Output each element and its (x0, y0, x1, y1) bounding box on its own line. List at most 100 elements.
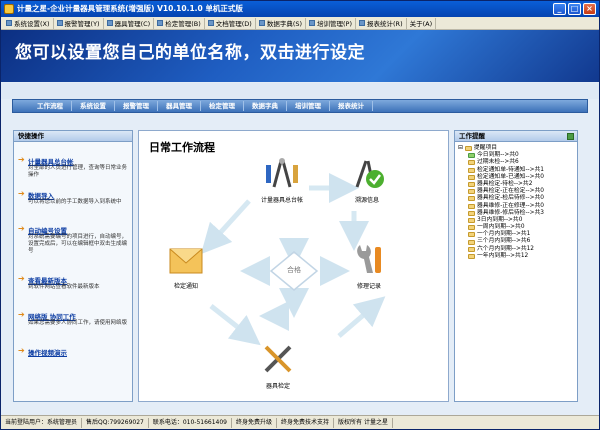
company-name-banner[interactable]: 您可以设置您自己的单位名称，双击进行设定 (15, 38, 365, 63)
nav-verify[interactable]: 检定管理 (201, 101, 244, 111)
menu-training[interactable]: 培训管理(P) (306, 17, 357, 29)
menu-alarm[interactable]: 报警管理(Y) (54, 17, 104, 29)
flow-arrow (209, 304, 261, 346)
flow-arrow (200, 199, 251, 255)
quick-actions-panel: 快捷操作 ➔ 计量器具总台帐 对全部的人员进行管理，查询等日常业务操作 ➔ 数据… (13, 130, 133, 402)
banner[interactable]: 您可以设置您自己的单位名称，双击进行设定 (1, 30, 599, 82)
settings-icon (6, 20, 12, 26)
menu-verify[interactable]: 检定管理(B) (154, 17, 205, 29)
status-phone: 联系电话：010-51661409 (149, 417, 233, 428)
tree-item[interactable]: 一年内到期-->共12 (468, 253, 544, 260)
node-verify[interactable]: 器具检定 (253, 341, 303, 390)
status-upgrade: 终身免费升级 (232, 417, 278, 428)
node-qualified[interactable]: 合格 (281, 265, 307, 275)
compass-check-icon (355, 160, 384, 188)
folder-icon (468, 189, 475, 195)
folder-icon (468, 203, 475, 209)
reminders-title: 工作提醒 (455, 131, 577, 142)
nav-instrument[interactable]: 器具管理 (158, 101, 201, 111)
nav-training[interactable]: 培训管理 (287, 101, 330, 111)
folder-icon (468, 196, 475, 202)
close-button[interactable]: × (583, 3, 596, 15)
quick-actions-title: 快捷操作 (14, 131, 132, 142)
quick-item-desc: 对全部的人员进行管理，查询等日常业务操作 (28, 165, 128, 178)
node-ledger[interactable]: 计量器具总台帐 (252, 155, 312, 204)
folder-icon (468, 217, 475, 223)
title-bar: 计量之星-企业计量器具管理系统(增强版) V10.10.1.0 单机正式版 _ … (1, 1, 599, 17)
tree-item[interactable]: 检定通知单-待通知-->共1 (468, 167, 544, 174)
tree-item[interactable]: 过期未检-->共6 (468, 159, 544, 166)
verify-icon (157, 20, 164, 26)
app-icon (4, 4, 14, 14)
quick-item-desc: 如果您需要多人协同工作，请使用网络版 (28, 320, 128, 326)
status-qq: 售后QQ:799269027 (82, 417, 149, 428)
status-support: 终身免费技术支持 (277, 417, 335, 428)
menu-instrument[interactable]: 器具管理(C) (104, 17, 155, 29)
arrow-icon: ➔ (18, 189, 25, 198)
folder-icon (468, 239, 475, 245)
refresh-icon[interactable] (567, 133, 574, 140)
folder-icon (468, 160, 475, 166)
folder-icon (468, 232, 475, 238)
flow-arrow (337, 296, 386, 338)
envelope-icon (169, 248, 203, 274)
reminders-panel: 工作提醒 ⊟ 提醒项目 今日到期-->共0 过期未检-->共6 检定通知单-待通知… (454, 130, 578, 402)
menu-about[interactable]: 关于(A) (407, 17, 437, 29)
status-bar: 当前登陆用户：系统管理员 售后QQ:799269027 联系电话：010-516… (1, 415, 599, 429)
report-icon (359, 20, 366, 26)
node-repair[interactable]: 修理记录 (344, 241, 394, 290)
node-notice[interactable]: 检定通知 (161, 243, 211, 290)
menu-dictionary[interactable]: 数据字典(S) (256, 17, 307, 29)
nav-system[interactable]: 系统设置 (72, 101, 115, 111)
tree-item[interactable]: 三个月内到期-->共6 (468, 238, 544, 245)
tree-item[interactable]: 六个月内到期-->共12 (468, 246, 544, 253)
folder-icon (464, 146, 472, 152)
folder-icon (468, 210, 475, 216)
banner-strip (1, 83, 599, 99)
menu-document[interactable]: 文档管理(D) (205, 17, 256, 29)
window-title: 计量之星-企业计量器具管理系统(增强版) V10.10.1.0 单机正式版 (17, 4, 243, 13)
maximize-button[interactable]: □ (568, 3, 581, 15)
folder-icon (468, 174, 475, 180)
menu-bar: 系统设置(X) 报警管理(Y) 器具管理(C) 检定管理(B) 文档管理(D) … (1, 17, 599, 30)
arrow-icon: ➔ (18, 274, 25, 283)
nav-workflow[interactable]: 工作流程 (29, 101, 72, 111)
reminder-tree: ⊟ 提醒项目 今日到期-->共0 过期未检-->共6 检定通知单-待通知-->共1… (458, 145, 544, 260)
quick-item-title[interactable]: 操作视频演示 (28, 347, 67, 357)
folder-icon (468, 246, 475, 252)
menu-system[interactable]: 系统设置(X) (3, 17, 54, 29)
folder-icon (468, 253, 475, 259)
nav-alarm[interactable]: 报警管理 (115, 101, 158, 111)
tree-item[interactable]: 器具检定-检后待修-->共0 (468, 195, 544, 202)
tree-item[interactable]: 3日内到期-->共0 (468, 217, 544, 224)
folder-icon (468, 153, 475, 159)
quick-item-desc: 可以将您以前的手工数据导入到系统中 (28, 199, 122, 205)
node-repair-info[interactable]: 溯源信息 (342, 155, 392, 204)
minimize-button[interactable]: _ (553, 3, 566, 15)
training-icon (309, 20, 316, 26)
arrow-icon: ➔ (18, 310, 25, 319)
alarm-icon (56, 20, 63, 26)
status-user: 当前登陆用户：系统管理员 (1, 417, 83, 428)
menu-report[interactable]: 报表统计(R) (356, 17, 407, 29)
nav-bar: 工作流程 系统设置 报警管理 器具管理 检定管理 数据字典 培训管理 报表统计 (12, 99, 588, 113)
wrench-icon (357, 245, 381, 273)
app-window: 计量之星-企业计量器具管理系统(增强版) V10.10.1.0 单机正式版 _ … (0, 0, 600, 430)
nav-report[interactable]: 报表统计 (330, 101, 373, 111)
document-icon (207, 20, 214, 26)
folder-icon (468, 225, 475, 231)
quick-item-desc: 到软件网站查看软件最新版本 (28, 284, 100, 290)
arrow-icon: ➔ (18, 224, 25, 233)
status-copyright: 版权所有 计量之星 (334, 417, 393, 428)
tree-item[interactable]: 器具维修-修后待检-->共3 (468, 210, 544, 217)
dictionary-icon (258, 20, 265, 26)
tree-item[interactable]: 检定通知单-已通知-->共0 (468, 174, 544, 181)
arrow-icon: ➔ (18, 346, 25, 355)
workflow-panel: 日常工作流程 计量器具总台帐 溯源信息 检定通知 合格 修理记录 器具检定 (138, 130, 449, 402)
quick-item-desc: 对系统需要编号的项目进行，自动编号，设置完成后，可以在编辑框中双击生成编号 (28, 234, 128, 254)
tree-item[interactable]: 器具维修-正在修理-->共0 (468, 203, 544, 210)
nav-dictionary[interactable]: 数据字典 (244, 101, 287, 111)
folder-icon (468, 167, 475, 173)
tree-items: 今日到期-->共0 过期未检-->共6 检定通知单-待通知-->共1 检定通知单… (458, 152, 544, 260)
tools-icon (264, 345, 292, 373)
